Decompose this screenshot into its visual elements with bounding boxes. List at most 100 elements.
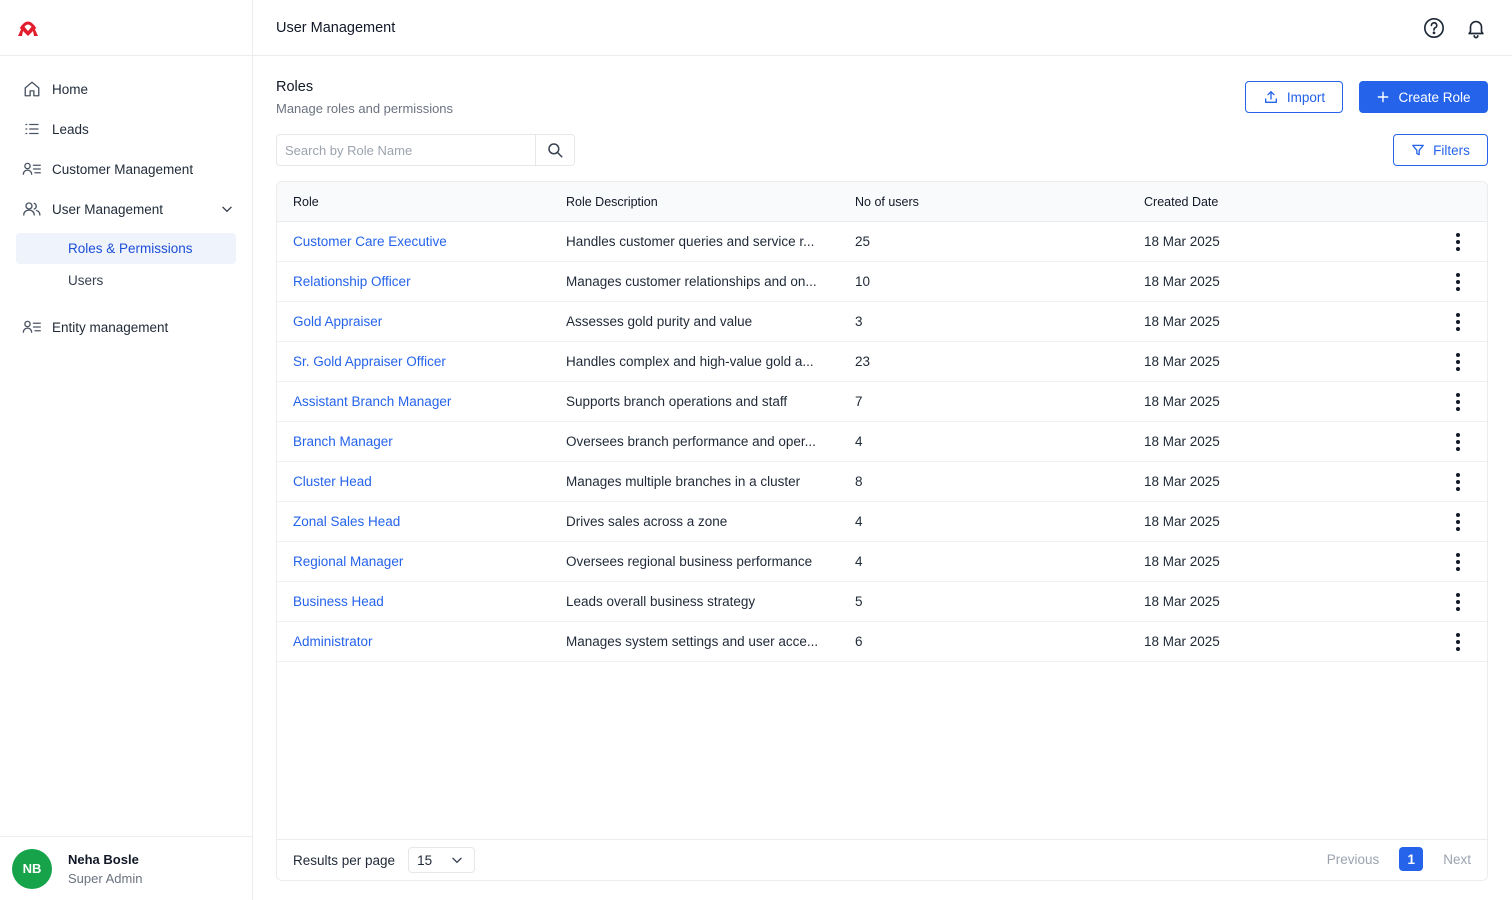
logo-area <box>0 0 252 56</box>
created-date: 18 Mar 2025 <box>1144 354 1220 369</box>
sidebar-item-leads[interactable]: Leads <box>16 113 236 145</box>
table-row[interactable]: Assistant Branch Manager Supports branch … <box>277 382 1487 422</box>
table-row[interactable]: Branch Manager Oversees branch performanc… <box>277 422 1487 462</box>
role-name-link[interactable]: Regional Manager <box>293 554 403 569</box>
more-options-icon[interactable] <box>1449 391 1467 413</box>
sidebar-item-entity-management[interactable]: Entity management <box>16 311 236 343</box>
chevron-down-icon <box>450 853 464 867</box>
role-name-link[interactable]: Customer Care Executive <box>293 234 447 249</box>
more-options-icon[interactable] <box>1449 311 1467 333</box>
user-profile[interactable]: NB Neha Bosle Super Admin <box>0 836 252 900</box>
filters-label: Filters <box>1433 142 1470 158</box>
user-count: 25 <box>855 234 871 249</box>
sidebar-item-label: Entity management <box>52 319 169 335</box>
table-row[interactable]: Administrator Manages system settings and… <box>277 622 1487 662</box>
table-row[interactable]: Sr. Gold Appraiser Officer Handles comple… <box>277 342 1487 382</box>
next-page-button[interactable]: Next <box>1443 852 1471 867</box>
user-count: 23 <box>855 354 871 369</box>
table-row[interactable]: Gold Appraiser Assesses gold purity and v… <box>277 302 1487 342</box>
bell-icon[interactable] <box>1464 16 1488 40</box>
help-icon[interactable] <box>1422 16 1446 40</box>
create-role-button[interactable]: Create Role <box>1359 81 1488 113</box>
column-header-description[interactable]: Role Description <box>566 195 855 209</box>
top-header: User Management <box>253 0 1512 56</box>
user-count: 4 <box>855 514 863 529</box>
create-role-label: Create Role <box>1398 89 1471 105</box>
role-name-link[interactable]: Business Head <box>293 594 384 609</box>
user-name: Neha Bosle <box>68 851 139 867</box>
brand-logo[interactable] <box>16 17 40 39</box>
created-date: 18 Mar 2025 <box>1144 514 1220 529</box>
page-title: Roles <box>276 79 314 95</box>
header-title: User Management <box>276 19 396 36</box>
more-options-icon[interactable] <box>1449 351 1467 373</box>
filters-button[interactable]: Filters <box>1393 134 1488 166</box>
role-name-link[interactable]: Branch Manager <box>293 434 393 449</box>
role-name-link[interactable]: Gold Appraiser <box>293 314 382 329</box>
role-description: Manages multiple branches in a cluster <box>566 474 801 489</box>
more-options-icon[interactable] <box>1449 471 1467 493</box>
search-input[interactable] <box>277 135 535 165</box>
role-description: Handles customer queries and service r..… <box>566 234 815 249</box>
column-header-role[interactable]: Role <box>277 195 566 209</box>
search-button[interactable] <box>535 135 574 165</box>
sidebar-nav: Home Leads Customer Management User Mana… <box>0 56 252 343</box>
sidebar-item-user-management[interactable]: User Management <box>16 193 236 225</box>
sidebar-item-users[interactable]: Users <box>16 265 236 296</box>
sidebar-item-label: Home <box>52 81 89 97</box>
created-date: 18 Mar 2025 <box>1144 554 1220 569</box>
more-options-icon[interactable] <box>1449 551 1467 573</box>
table-row[interactable]: Cluster Head Manages multiple branches in… <box>277 462 1487 502</box>
role-name-link[interactable]: Administrator <box>293 634 373 649</box>
table-row[interactable]: Relationship Officer Manages customer rel… <box>277 262 1487 302</box>
sidebar-item-label: User Management <box>52 201 164 217</box>
roles-table: Role Role Description No of users Create… <box>276 181 1488 881</box>
user-count: 10 <box>855 274 871 289</box>
import-label: Import <box>1286 89 1326 105</box>
user-count: 6 <box>855 634 863 649</box>
role-name-link[interactable]: Sr. Gold Appraiser Officer <box>293 354 446 369</box>
table-row[interactable]: Regional Manager Oversees regional busine… <box>277 542 1487 582</box>
more-options-icon[interactable] <box>1449 431 1467 453</box>
page-number-button[interactable]: 1 <box>1399 847 1424 871</box>
per-page-value: 15 <box>417 852 433 868</box>
table-body: Customer Care Executive Handles customer … <box>277 222 1487 662</box>
column-header-users[interactable]: No of users <box>855 195 1144 209</box>
table-row[interactable]: Zonal Sales Head Drives sales across a zo… <box>277 502 1487 542</box>
pagination: Previous 1 Next <box>1327 847 1471 871</box>
role-description: Manages customer relationships and on... <box>566 274 817 289</box>
role-description: Leads overall business strategy <box>566 594 756 609</box>
role-name-link[interactable]: Relationship Officer <box>293 274 411 289</box>
created-date: 18 Mar 2025 <box>1144 634 1220 649</box>
user-count: 4 <box>855 434 863 449</box>
filter-icon <box>1411 143 1425 157</box>
role-description: Oversees branch performance and oper... <box>566 434 816 449</box>
role-name-link[interactable]: Zonal Sales Head <box>293 514 400 529</box>
user-count: 4 <box>855 554 863 569</box>
table-footer: Results per page 15 Previous 1 Next <box>277 839 1487 880</box>
user-count: 7 <box>855 394 863 409</box>
more-options-icon[interactable] <box>1449 231 1467 253</box>
sidebar-item-home[interactable]: Home <box>16 73 236 105</box>
role-name-link[interactable]: Assistant Branch Manager <box>293 394 451 409</box>
created-date: 18 Mar 2025 <box>1144 434 1220 449</box>
column-header-created-date[interactable]: Created Date <box>1144 195 1404 209</box>
home-icon <box>22 79 42 99</box>
avatar: NB <box>12 848 52 889</box>
more-options-icon[interactable] <box>1449 631 1467 653</box>
import-button[interactable]: Import <box>1245 81 1343 113</box>
sidebar-item-customer-management[interactable]: Customer Management <box>16 153 236 185</box>
previous-page-button[interactable]: Previous <box>1327 852 1380 867</box>
more-options-icon[interactable] <box>1449 591 1467 613</box>
chevron-down-icon[interactable] <box>218 200 236 218</box>
table-row[interactable]: Customer Care Executive Handles customer … <box>277 222 1487 262</box>
sidebar-item-roles-permissions[interactable]: Roles & Permissions <box>16 233 236 264</box>
table-row[interactable]: Business Head Leads overall business stra… <box>277 582 1487 622</box>
more-options-icon[interactable] <box>1449 271 1467 293</box>
per-page-select[interactable]: 15 <box>408 847 476 873</box>
role-description: Manages system settings and user acce... <box>566 634 819 649</box>
users-icon <box>22 199 42 219</box>
role-name-link[interactable]: Cluster Head <box>293 474 372 489</box>
more-options-icon[interactable] <box>1449 511 1467 533</box>
role-description: Oversees regional business performance <box>566 554 813 569</box>
